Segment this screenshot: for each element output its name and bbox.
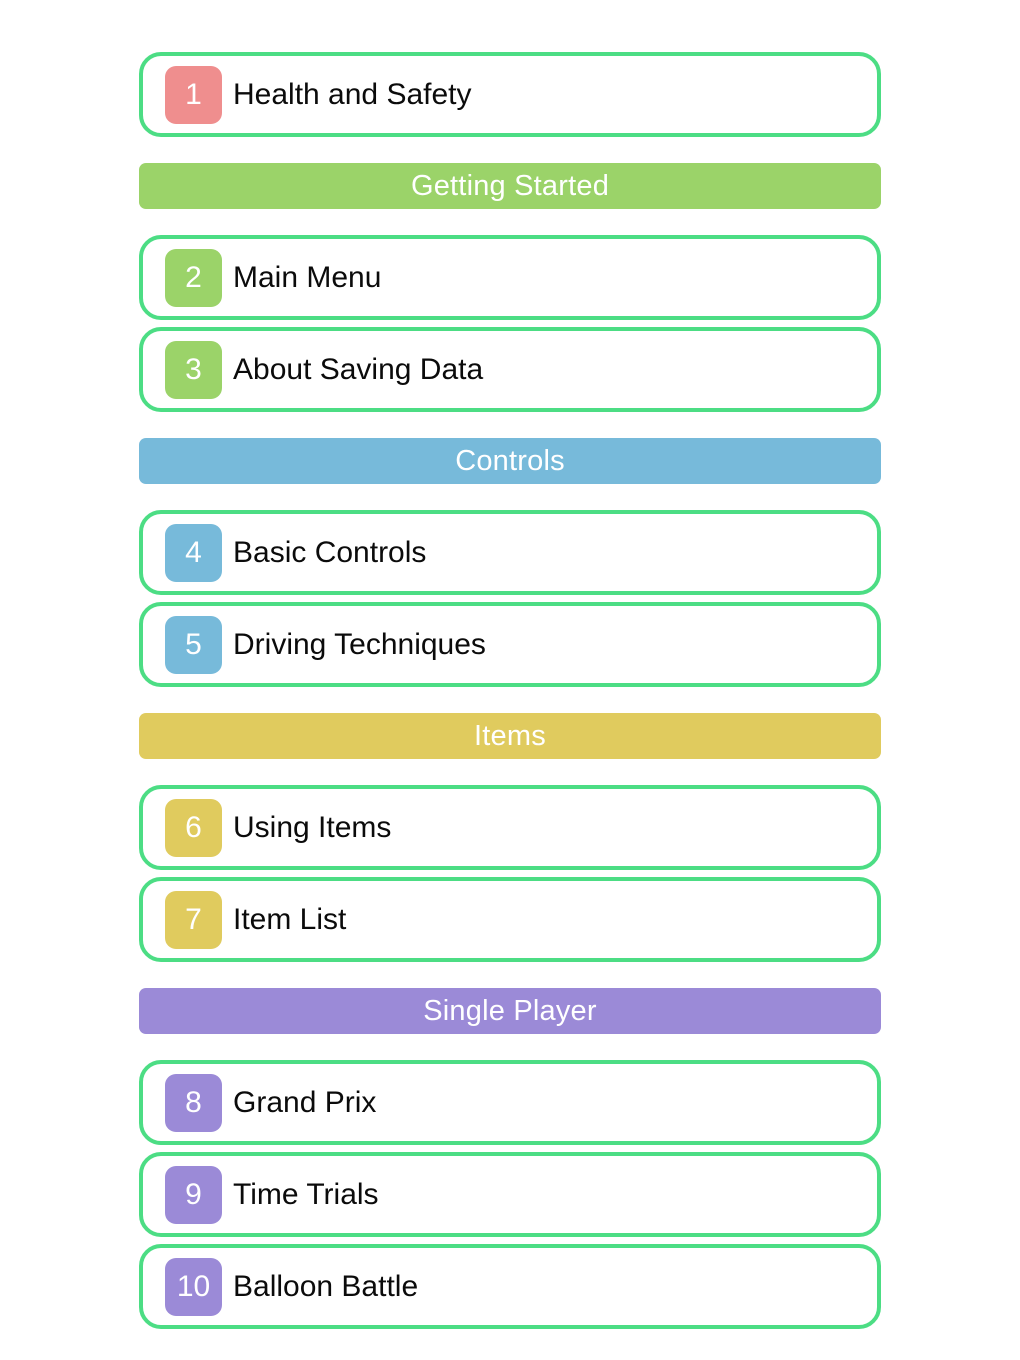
entry-number-label: 10 <box>176 1269 211 1303</box>
toc-entry-9[interactable]: 9 Time Trials <box>139 1152 881 1237</box>
entry-number-label: 1 <box>185 77 202 111</box>
entry-number-badge: 9 <box>165 1165 222 1224</box>
entry-number-label: 2 <box>185 260 202 294</box>
toc-entry-6[interactable]: 6 Using Items <box>139 785 881 870</box>
toc-entry-7[interactable]: 7 Item List <box>139 877 881 962</box>
entry-title-label: Balloon Battle <box>233 1269 419 1303</box>
entry-number-badge: 7 <box>165 890 222 949</box>
section-header-label: Getting Started <box>410 169 610 202</box>
entry-title-label: Health and Safety <box>233 77 472 111</box>
section-header-group-getting-started: Getting Started <box>139 163 881 209</box>
entry-title-label: Main Menu <box>233 260 382 294</box>
entry-number-label: 5 <box>185 627 202 661</box>
manual-table-of-contents: 1 Health and Safety Getting Started 2 Main M… <box>0 0 1020 1360</box>
section-header-group-controls: Controls <box>139 438 881 484</box>
section-header-group-single-player: Single Player <box>139 988 881 1034</box>
entry-number-badge: 6 <box>165 798 222 857</box>
entry-number-badge: 4 <box>165 523 222 582</box>
toc-entry-1[interactable]: 1 Health and Safety <box>139 52 881 137</box>
entry-title-label: About Saving Data <box>233 352 484 386</box>
entry-number-label: 9 <box>185 1177 202 1211</box>
toc-entry-2[interactable]: 2 Main Menu <box>139 235 881 320</box>
entry-title-label: Driving Techniques <box>233 627 486 661</box>
entry-title-label: Item List <box>233 902 347 936</box>
toc-entry-10[interactable]: 10 Balloon Battle <box>139 1244 881 1329</box>
entry-title-label: Using Items <box>233 810 392 844</box>
section-header-group-items: Items <box>139 713 881 759</box>
entry-number-label: 8 <box>185 1085 202 1119</box>
entry-number-badge: 3 <box>165 340 222 399</box>
entry-title-label: Basic Controls <box>233 535 427 569</box>
toc-entry-5[interactable]: 5 Driving Techniques <box>139 602 881 687</box>
entry-number-badge: 8 <box>165 1073 222 1132</box>
entry-number-badge: 10 <box>165 1257 222 1316</box>
section-header-label: Items <box>474 719 546 752</box>
entry-title-label: Grand Prix <box>233 1085 377 1119</box>
toc-entry-3[interactable]: 3 About Saving Data <box>139 327 881 412</box>
toc-entry-4[interactable]: 4 Basic Controls <box>139 510 881 595</box>
toc-entry-8[interactable]: 8 Grand Prix <box>139 1060 881 1145</box>
section-header-label: Single Player <box>423 994 597 1027</box>
section-header-label: Controls <box>455 444 565 477</box>
entry-number-label: 3 <box>185 352 202 386</box>
entry-number-badge: 5 <box>165 615 222 674</box>
entry-number-label: 6 <box>185 810 202 844</box>
toc-list: 1 Health and Safety Getting Started 2 Main M… <box>139 52 881 1329</box>
entry-number-label: 7 <box>185 902 202 936</box>
entry-number-label: 4 <box>185 535 202 569</box>
entry-number-badge: 2 <box>165 248 222 307</box>
entry-number-badge: 1 <box>165 65 222 124</box>
entry-title-label: Time Trials <box>233 1177 379 1211</box>
